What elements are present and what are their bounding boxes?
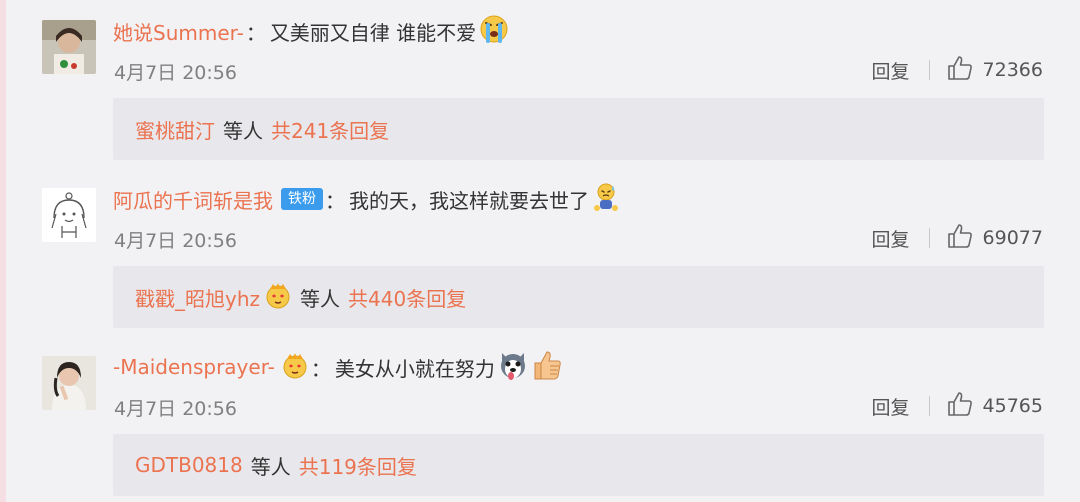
comment-item: 她说Summer- ： 又美丽又自律 谁能不爱 4月7日 20:56 回复 72… [0, 0, 1080, 168]
reply-count-link[interactable]: 共440条回复 [348, 283, 466, 312]
crown-face-icon [264, 281, 292, 314]
avatar[interactable] [42, 188, 96, 242]
username-link[interactable]: 阿瓜的千词斩是我 [113, 185, 273, 214]
divider [928, 396, 930, 416]
reply-username[interactable]: 戳戳_昭旭yhz [135, 283, 260, 312]
reply-count-link[interactable]: 共119条回复 [299, 451, 417, 480]
replies-summary[interactable]: 蜜桃甜汀 等人 共241条回复 [113, 98, 1044, 160]
like-count: 72366 [982, 59, 1043, 81]
like-icon[interactable] [947, 223, 983, 254]
husky-icon [498, 349, 528, 386]
username-link[interactable]: -Maidensprayer- [113, 355, 275, 379]
comment-line: 阿瓜的千词斩是我 铁粉 ： 我的天，我这样就要去世了 [113, 182, 620, 216]
comment-text: 美女从小就在努力 [334, 356, 495, 381]
reply-and-others: 等人 [300, 286, 341, 311]
like-icon[interactable] [947, 391, 983, 422]
replies-summary[interactable]: GDTB0818 等人 共119条回复 [113, 434, 1044, 496]
replies-summary[interactable]: 戳戳_昭旭yhz 等人 共440条回复 [113, 266, 1044, 328]
comment-line: -Maidensprayer- ： 美女从小就在努力 [113, 350, 563, 384]
comment-actions: 回复 72366 [872, 55, 1043, 85]
reply-button[interactable]: 回复 [872, 393, 910, 420]
reply-button[interactable]: 回复 [872, 225, 910, 252]
comment-actions: 回复 69077 [872, 223, 1043, 253]
comment-text: 又美丽又自律 谁能不爱 [269, 20, 477, 45]
reply-and-others: 等人 [223, 118, 263, 143]
comment-item: 阿瓜的千词斩是我 铁粉 ： 我的天，我这样就要去世了 4月7日 20:56 回复… [0, 168, 1080, 336]
reply-count-link[interactable]: 共241条回复 [271, 115, 389, 144]
sweat-face-icon [592, 182, 620, 217]
username-link[interactable]: 她说Summer- [113, 17, 244, 46]
like-icon[interactable] [947, 55, 983, 86]
comment-actions: 回复 45765 [872, 391, 1043, 421]
like-count: 69077 [982, 227, 1043, 249]
reply-username[interactable]: GDTB0818 [135, 453, 243, 477]
divider [928, 228, 930, 248]
crying-face-icon [479, 14, 509, 49]
comment-text: 我的天，我这样就要去世了 [349, 188, 589, 213]
avatar[interactable] [42, 20, 96, 74]
comment-line: 她说Summer- ： 又美丽又自律 谁能不爱 [113, 14, 509, 48]
timestamp: 4月7日 20:56 [114, 62, 237, 84]
avatar[interactable] [42, 356, 96, 410]
crown-face-icon [281, 351, 309, 384]
timestamp: 4月7日 20:56 [114, 398, 237, 420]
reply-username[interactable]: 蜜桃甜汀 [135, 115, 215, 144]
comment-item: -Maidensprayer- ： 美女从小就在努力 4月7日 20:56 回复… [0, 336, 1080, 502]
reply-button[interactable]: 回复 [872, 57, 910, 84]
reply-and-others: 等人 [250, 454, 291, 479]
thumbs-up-icon [531, 349, 563, 386]
divider [928, 60, 930, 80]
like-count: 45765 [982, 395, 1043, 417]
timestamp: 4月7日 20:56 [114, 230, 237, 252]
fan-badge[interactable]: 铁粉 [281, 188, 323, 210]
